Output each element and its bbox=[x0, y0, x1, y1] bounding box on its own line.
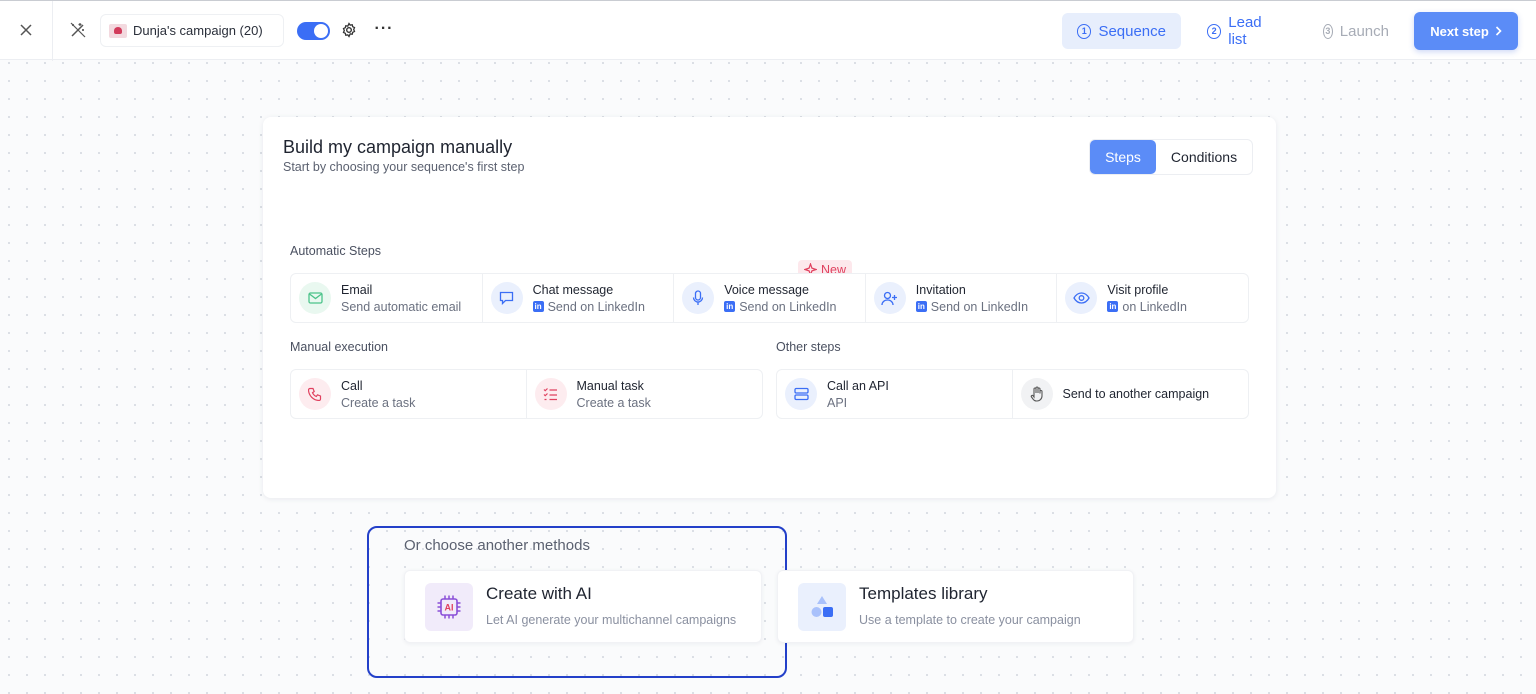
gear-icon[interactable] bbox=[341, 22, 359, 40]
step-manual-task[interactable]: Manual task Create a task bbox=[527, 370, 763, 418]
tab-steps[interactable]: Steps bbox=[1090, 140, 1156, 174]
automatic-steps-label: Automatic Steps bbox=[290, 244, 382, 258]
automatic-steps-row: Email Send automatic email Chat message … bbox=[290, 273, 1249, 323]
checklist-icon bbox=[534, 378, 567, 410]
step-label: Launch bbox=[1339, 22, 1389, 40]
magic-wand-icon[interactable] bbox=[69, 21, 89, 41]
step-desc: Send on LinkedIn bbox=[930, 299, 1029, 314]
campaign-active-toggle[interactable] bbox=[297, 22, 330, 40]
campaign-name: Dunja's campaign (20) bbox=[133, 23, 263, 38]
step-desc-row: in Send on LinkedIn bbox=[724, 299, 837, 314]
server-icon bbox=[785, 378, 817, 410]
step-number: 2 bbox=[1207, 23, 1222, 39]
method-desc: Let AI generate your multichannel campai… bbox=[486, 613, 737, 627]
hand-icon bbox=[1020, 378, 1053, 410]
step-desc: Create a task bbox=[576, 395, 651, 410]
user-plus-icon bbox=[873, 282, 906, 314]
step-desc: Send automatic email bbox=[341, 299, 462, 314]
step-sequence[interactable]: 1 Sequence bbox=[1062, 13, 1181, 49]
step-visit-profile[interactable]: Visit profile in on LinkedIn bbox=[1057, 274, 1248, 322]
linkedin-icon: in bbox=[724, 301, 736, 312]
step-desc: Create a task bbox=[341, 395, 416, 410]
step-desc: Send on LinkedIn bbox=[547, 299, 645, 314]
steps-conditions-switch: Steps Conditions bbox=[1089, 139, 1253, 175]
other-steps-label: Other steps bbox=[776, 340, 841, 354]
chat-icon bbox=[490, 282, 523, 314]
card-title: Build my campaign manually bbox=[283, 137, 513, 157]
step-call[interactable]: Call Create a task bbox=[291, 370, 527, 418]
step-email[interactable]: Email Send automatic email bbox=[291, 274, 483, 322]
microphone-icon bbox=[682, 282, 715, 314]
step-title: Call an API bbox=[827, 378, 889, 393]
next-step-label: Next step bbox=[1430, 23, 1489, 39]
top-bar: Dunja's campaign (20) ··· 1 Sequence 2 L… bbox=[0, 0, 1536, 61]
step-desc-row: in Send on LinkedIn bbox=[532, 299, 645, 314]
step-label: Lead list bbox=[1228, 14, 1262, 48]
linkedin-icon: in bbox=[1107, 301, 1119, 312]
step-desc-row: in on LinkedIn bbox=[1107, 300, 1187, 314]
step-desc-row: in Send on LinkedIn bbox=[915, 299, 1029, 314]
manual-steps-row: Call Create a task Manual task Create a … bbox=[290, 369, 763, 419]
other-steps-row: Call an API API Send to another campaign bbox=[776, 369, 1249, 419]
shapes-icon bbox=[798, 583, 846, 631]
step-call-api[interactable]: Call an API API bbox=[777, 370, 1013, 418]
methods-label: Or choose another methods bbox=[404, 537, 590, 554]
close-icon[interactable] bbox=[16, 20, 36, 40]
tab-conditions[interactable]: Conditions bbox=[1156, 140, 1252, 174]
mail-icon bbox=[299, 282, 331, 314]
create-with-ai-card[interactable]: AI Create with AI Let AI generate your m… bbox=[404, 570, 762, 643]
campaign-emoji-icon bbox=[109, 23, 127, 38]
step-title: Manual task bbox=[576, 378, 644, 393]
next-step-button[interactable]: Next step bbox=[1414, 12, 1518, 50]
step-number: 1 bbox=[1077, 23, 1092, 39]
step-desc: Send on LinkedIn bbox=[739, 299, 837, 314]
build-manually-card: Build my campaign manually Start by choo… bbox=[263, 117, 1276, 498]
eye-icon bbox=[1065, 282, 1098, 314]
step-chat-message[interactable]: Chat message in Send on LinkedIn bbox=[483, 274, 675, 322]
divider bbox=[52, 1, 53, 61]
step-launch[interactable]: 3 Launch bbox=[1308, 13, 1404, 49]
linkedin-icon: in bbox=[915, 301, 927, 312]
method-title: Create with AI bbox=[486, 584, 592, 603]
step-desc: on LinkedIn bbox=[1122, 299, 1188, 314]
ai-chip-icon: AI bbox=[425, 583, 473, 631]
card-subtitle: Start by choosing your sequence's first … bbox=[283, 160, 525, 174]
more-options-icon[interactable]: ··· bbox=[374, 21, 394, 41]
svg-text:AI: AI bbox=[445, 603, 454, 613]
step-title: Call bbox=[341, 378, 363, 393]
step-title: Chat message bbox=[532, 282, 614, 297]
step-title: Voice message bbox=[724, 282, 809, 297]
step-label: Sequence bbox=[1098, 22, 1166, 40]
chevron-right-icon bbox=[1495, 26, 1502, 36]
linkedin-icon: in bbox=[532, 301, 544, 312]
step-number: 3 bbox=[1323, 23, 1333, 39]
manual-execution-label: Manual execution bbox=[290, 340, 388, 354]
step-desc: API bbox=[827, 395, 848, 410]
step-send-to-campaign[interactable]: Send to another campaign bbox=[1013, 370, 1249, 418]
step-title: Send to another campaign bbox=[1062, 387, 1210, 401]
step-title: Email bbox=[341, 282, 373, 297]
method-title: Templates library bbox=[859, 584, 988, 603]
step-title: Invitation bbox=[915, 282, 966, 297]
phone-icon bbox=[299, 378, 331, 410]
step-title: Visit profile bbox=[1107, 282, 1169, 297]
step-lead-list[interactable]: 2 Lead list bbox=[1192, 13, 1296, 49]
step-voice-message[interactable]: Voice message in Send on LinkedIn bbox=[674, 274, 866, 322]
step-invitation[interactable]: Invitation in Send on LinkedIn bbox=[866, 274, 1058, 322]
method-desc: Use a template to create your campaign bbox=[859, 613, 1081, 627]
campaign-name-field[interactable]: Dunja's campaign (20) bbox=[100, 14, 284, 47]
templates-library-card[interactable]: Templates library Use a template to crea… bbox=[777, 570, 1134, 643]
